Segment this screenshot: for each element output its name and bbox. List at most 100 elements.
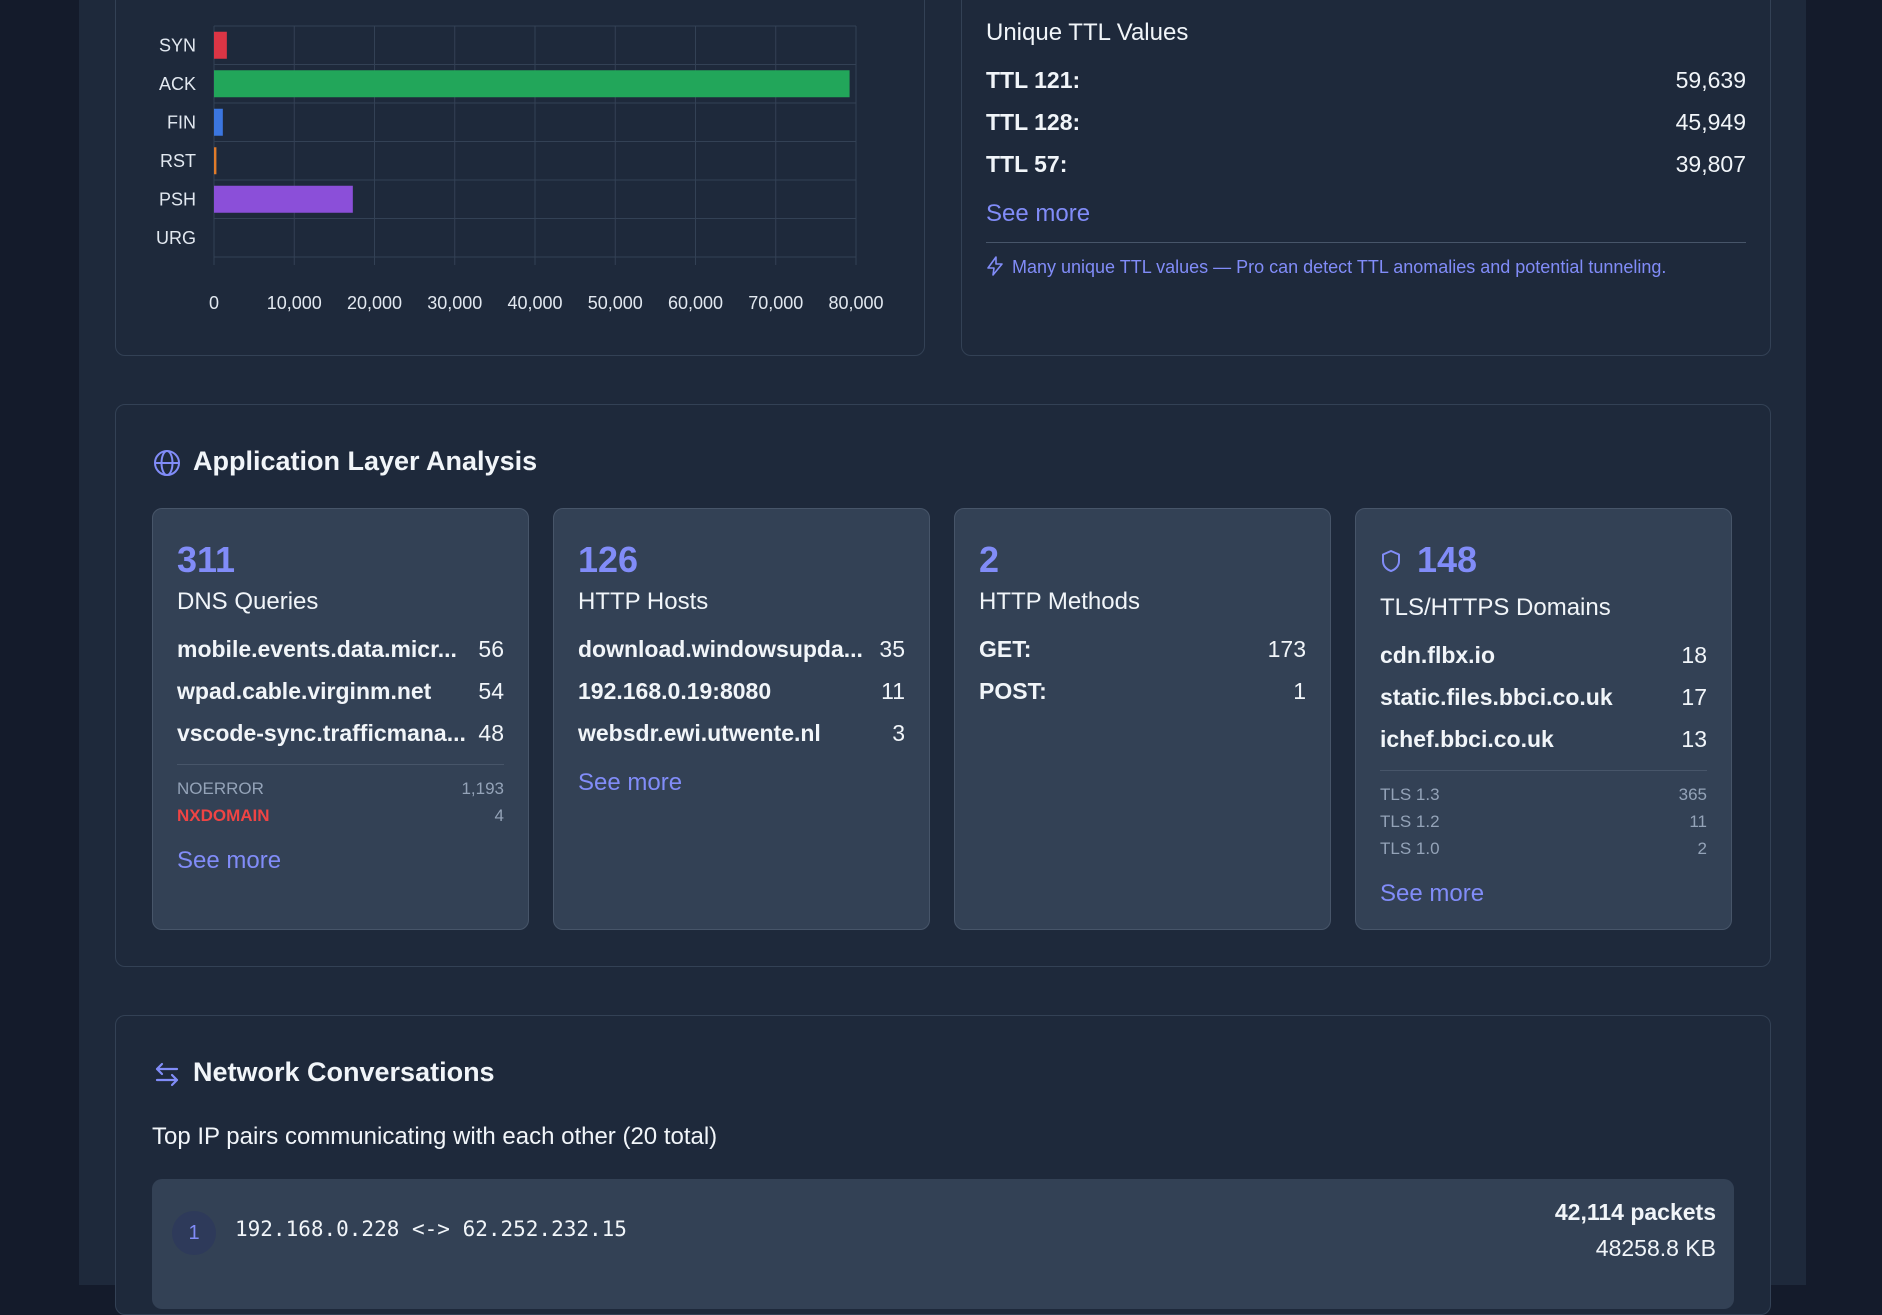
rcode-label: NOERROR xyxy=(177,779,264,798)
swap-arrows-icon xyxy=(155,1062,179,1087)
tcp-flags-chart: SYN ACK FIN RST PSH URG 0 10,000 20,000 30,000 40,… xyxy=(156,25,884,313)
y-tick-label: ACK xyxy=(159,74,196,94)
y-tick-label: SYN xyxy=(159,35,196,55)
globe-icon xyxy=(154,450,180,476)
application-layer-title: Application Layer Analysis xyxy=(193,446,538,476)
ttl-see-more-link[interactable]: See more xyxy=(986,200,1090,228)
bar-psh xyxy=(214,185,353,213)
ttl-value: 39,807 xyxy=(1675,151,1746,177)
ttl-title: Unique TTL Values xyxy=(986,19,1189,46)
tls-count: 148 xyxy=(1417,539,1478,580)
conversation-rank-badge: 1 xyxy=(172,1211,216,1255)
tls-version-count: 2 xyxy=(1697,839,1707,858)
tls-domain: static.files.bbci.co.uk xyxy=(1380,684,1613,710)
tcp-flags-card: SYN ACK FIN RST PSH URG 0 10,000 20,000 30,000 40,… xyxy=(115,0,925,356)
dns-rcode-row: NXDOMAIN 4 xyxy=(177,806,504,828)
dns-domain: mobile.events.data.micr... xyxy=(177,636,457,662)
http-methods-label: HTTP Methods xyxy=(979,588,1140,615)
x-tick-label: 20,000 xyxy=(347,293,402,313)
list-item: mobile.events.data.micr... 56 xyxy=(177,636,504,666)
http-method-count: 1 xyxy=(1293,678,1306,704)
tls-version-row: TLS 1.0 2 xyxy=(1380,839,1707,861)
y-tick-label: URG xyxy=(156,228,196,248)
shield-icon xyxy=(1382,550,1400,572)
network-conversations-card: Network Conversations Top IP pairs commu… xyxy=(115,1015,1771,1315)
http-hosts-card: 126 HTTP Hosts download.windowsupda... 3… xyxy=(553,508,930,930)
list-item: websdr.ewi.utwente.nl 3 xyxy=(578,720,905,750)
dns-domain: wpad.cable.virginm.net xyxy=(177,678,432,704)
y-tick-label: FIN xyxy=(167,112,196,132)
lightning-icon xyxy=(987,256,1003,276)
tls-version: TLS 1.2 xyxy=(1380,812,1440,831)
x-tick-label: 30,000 xyxy=(427,293,482,313)
http-host-count: 11 xyxy=(881,678,905,704)
conversation-packets: 42,114 packets xyxy=(1554,1199,1716,1225)
dns-see-more-link[interactable]: See more xyxy=(177,847,281,875)
http-hosts-see-more-link[interactable]: See more xyxy=(578,769,682,797)
tls-domain-count: 13 xyxy=(1681,726,1707,752)
rcode-value: 4 xyxy=(494,806,504,825)
bar-syn xyxy=(214,31,227,59)
conversation-size: 48258.8 KB xyxy=(1595,1235,1716,1261)
http-method: GET: xyxy=(979,636,1032,662)
http-host: download.windowsupda... xyxy=(578,636,863,662)
http-methods-count: 2 xyxy=(979,539,1000,580)
http-hosts-label: HTTP Hosts xyxy=(578,588,709,615)
dns-queries-card: 311 DNS Queries mobile.events.data.micr.… xyxy=(152,508,529,930)
ttl-card: Unique TTL Values TTL 121: 59,639 TTL 12… xyxy=(961,0,1771,356)
dns-domain: vscode-sync.trafficmana... xyxy=(177,720,466,746)
network-conversations-subtitle: Top IP pairs communicating with each oth… xyxy=(152,1123,718,1150)
tls-domain-count: 18 xyxy=(1681,642,1707,668)
dns-count-value: 48 xyxy=(478,720,504,746)
list-item: download.windowsupda... 35 xyxy=(578,636,905,666)
ttl-label: TTL 121: xyxy=(986,67,1081,93)
tls-domains-card: 148 TLS/HTTPS Domains cdn.flbx.io 18 sta… xyxy=(1355,508,1732,930)
bar-fin xyxy=(214,108,223,136)
x-tick-label: 60,000 xyxy=(668,293,723,313)
x-tick-label: 80,000 xyxy=(828,293,883,313)
divider xyxy=(986,242,1746,243)
ttl-row: TTL 121: 59,639 xyxy=(986,67,1746,97)
y-tick-label: RST xyxy=(160,151,196,171)
http-method: POST: xyxy=(979,678,1047,704)
dns-count: 311 xyxy=(177,539,236,580)
bar-ack xyxy=(214,70,850,98)
dns-rcode-row: NOERROR 1,193 xyxy=(177,779,504,801)
http-host-count: 35 xyxy=(879,636,905,662)
dns-count-value: 54 xyxy=(478,678,504,704)
divider xyxy=(1380,770,1707,771)
list-item: cdn.flbx.io 18 xyxy=(1380,642,1707,672)
ttl-value: 59,639 xyxy=(1675,67,1746,93)
tls-domain-count: 17 xyxy=(1681,684,1707,710)
conversation-ip-pair: 192.168.0.228 <-> 62.252.232.15 xyxy=(235,1217,627,1241)
tls-see-more-link[interactable]: See more xyxy=(1380,880,1484,908)
http-host: websdr.ewi.utwente.nl xyxy=(578,720,821,746)
ttl-label: TTL 128: xyxy=(986,109,1081,135)
rcode-value: 1,193 xyxy=(461,779,504,798)
application-layer-card: Application Layer Analysis 311 DNS Queri… xyxy=(115,404,1771,967)
rcode-label: NXDOMAIN xyxy=(177,806,270,825)
http-host: 192.168.0.19:8080 xyxy=(578,678,772,704)
list-item: GET: 173 xyxy=(979,636,1306,666)
tls-label: TLS/HTTPS Domains xyxy=(1380,594,1611,621)
ttl-row: TTL 128: 45,949 xyxy=(986,109,1746,139)
bar-rst xyxy=(214,147,217,175)
list-item: static.files.bbci.co.uk 17 xyxy=(1380,684,1707,714)
x-tick-label: 50,000 xyxy=(588,293,643,313)
x-tick-label: 0 xyxy=(209,293,219,313)
x-tick-label: 10,000 xyxy=(267,293,322,313)
conversation-row[interactable]: 1 192.168.0.228 <-> 62.252.232.15 42,114… xyxy=(152,1179,1734,1309)
http-host-count: 3 xyxy=(892,720,905,746)
ttl-label: TTL 57: xyxy=(986,151,1068,177)
tls-version-row: TLS 1.2 11 xyxy=(1380,812,1707,834)
tls-domain: cdn.flbx.io xyxy=(1380,642,1495,668)
tls-version-row: TLS 1.3 365 xyxy=(1380,785,1707,807)
list-item: 192.168.0.19:8080 11 xyxy=(578,678,905,708)
x-tick-label: 70,000 xyxy=(748,293,803,313)
divider xyxy=(177,764,504,765)
network-conversations-title: Network Conversations xyxy=(193,1057,495,1087)
dns-label: DNS Queries xyxy=(177,588,319,615)
tls-version-count: 11 xyxy=(1689,812,1707,831)
list-item: POST: 1 xyxy=(979,678,1306,708)
list-item: wpad.cable.virginm.net 54 xyxy=(177,678,504,708)
